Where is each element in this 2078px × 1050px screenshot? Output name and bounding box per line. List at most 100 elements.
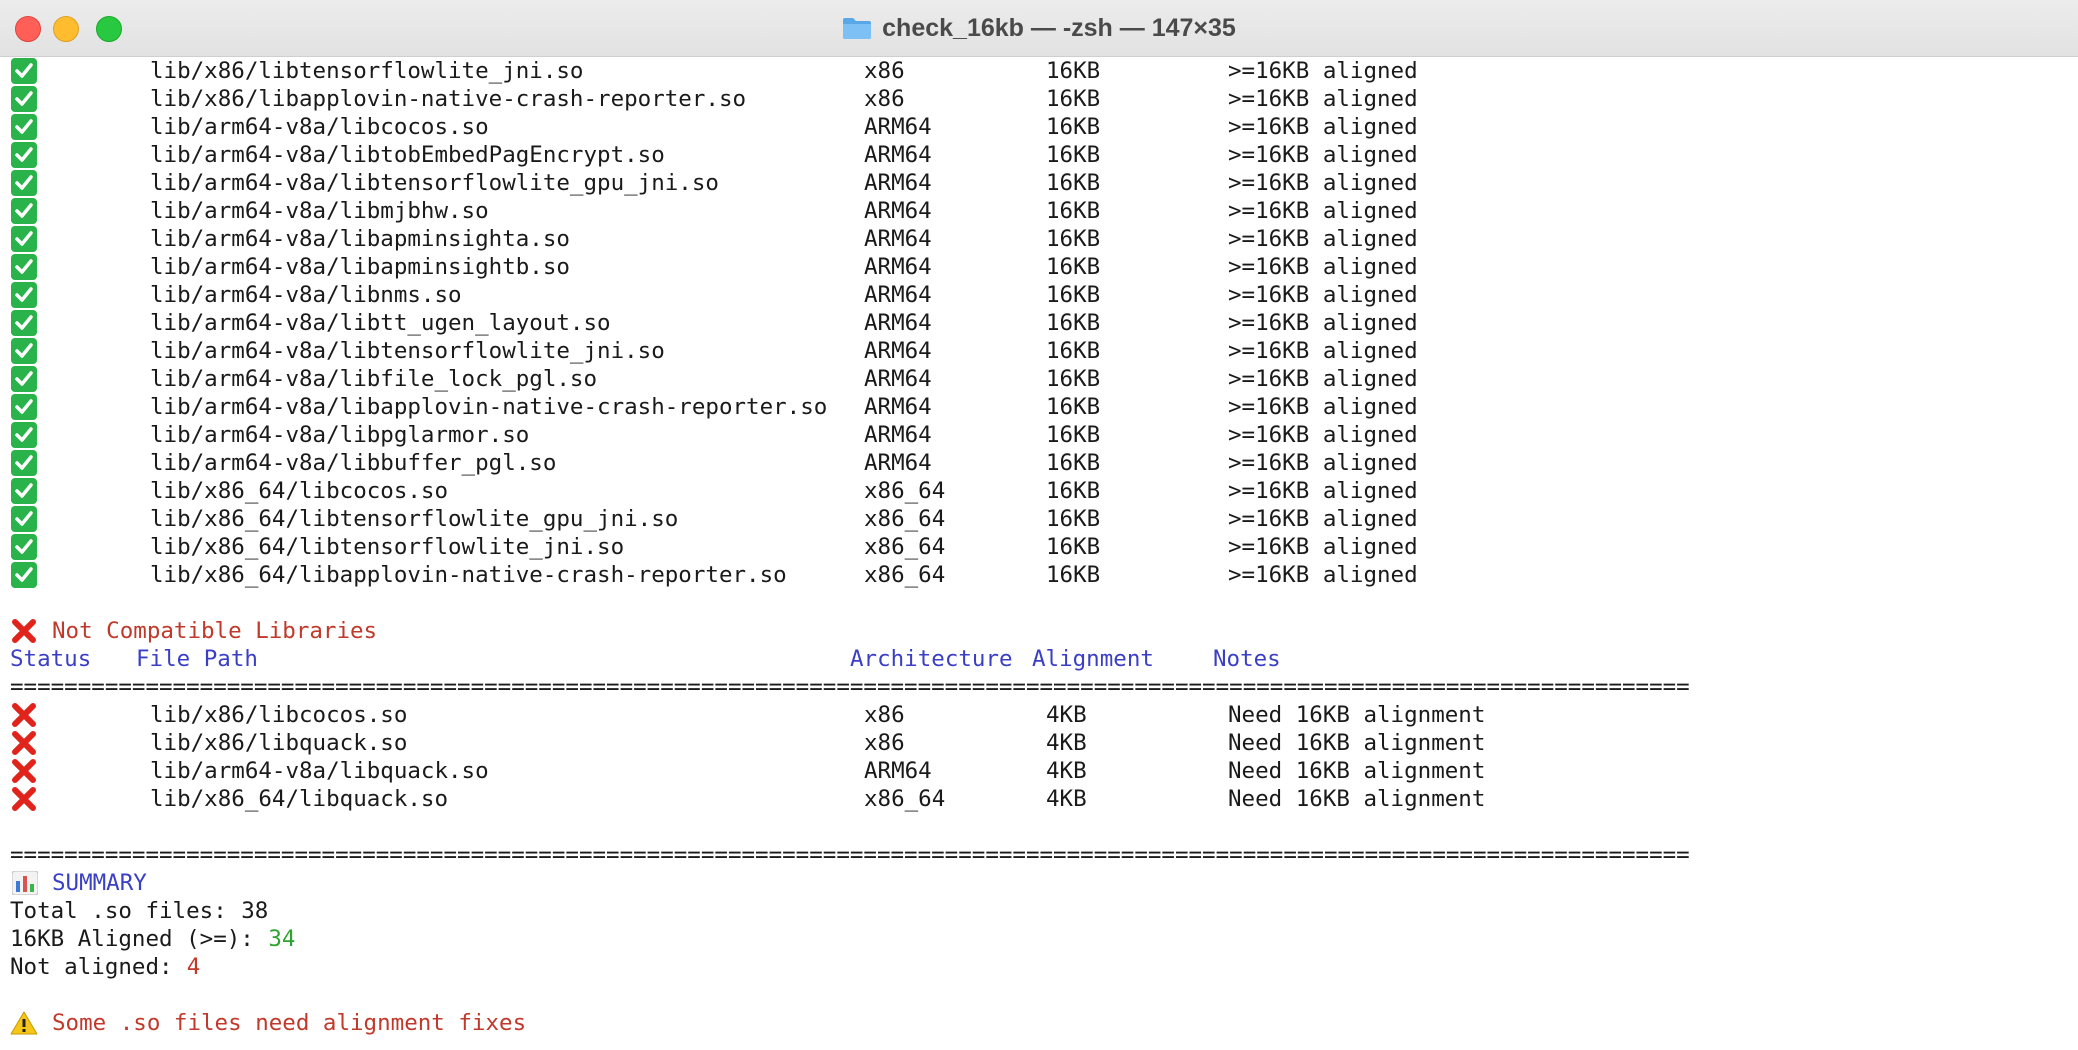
file-path: lib/x86/libtensorflowlite_jni.so: [150, 58, 584, 84]
notes: >=16KB aligned: [1228, 86, 1418, 112]
table-row: lib/arm64-v8a/libtt_ugen_layout.so ARM64 1…: [0, 309, 2078, 337]
check-icon: [10, 450, 38, 476]
file-path: lib/arm64-v8a/libtt_ugen_layout.so: [150, 310, 611, 336]
alignment: 16KB: [1046, 338, 1101, 364]
alignment: 16KB: [1046, 450, 1101, 476]
alignment: 16KB: [1046, 198, 1101, 224]
table-row: lib/arm64-v8a/libbuffer_pgl.so ARM64 16KB >…: [0, 449, 2078, 477]
cross-icon: [10, 758, 38, 784]
file-path: lib/x86_64/libquack.so: [150, 786, 449, 812]
terminal-line: Total .so files: 38: [0, 897, 2078, 925]
alignment: 16KB: [1046, 170, 1101, 196]
cross-icon: [10, 730, 38, 756]
window-title-container: check_16kb — -zsh — 147×35: [0, 0, 2078, 56]
cross-icon: [10, 786, 38, 812]
column-header-path: File Path: [136, 646, 258, 672]
table-row: lib/arm64-v8a/libcocos.so ARM64 16KB >=16KB…: [0, 113, 2078, 141]
file-path: lib/arm64-v8a/libquack.so: [150, 758, 489, 784]
architecture: x86: [864, 730, 905, 756]
file-path: lib/arm64-v8a/libfile_lock_pgl.so: [150, 366, 598, 392]
file-path: lib/arm64-v8a/libapminsightb.so: [150, 254, 570, 280]
check-icon: [10, 114, 38, 140]
file-path: lib/arm64-v8a/libapplovin-native-crash-r…: [150, 394, 828, 420]
table-row: lib/arm64-v8a/libapminsighta.so ARM64 16KB…: [0, 225, 2078, 253]
architecture: x86: [864, 702, 905, 728]
notes: >=16KB aligned: [1228, 254, 1418, 280]
notes: >=16KB aligned: [1228, 338, 1418, 364]
not-aligned-count-label: Not aligned:: [10, 954, 187, 980]
warning-icon: [10, 1011, 38, 1035]
architecture: ARM64: [864, 394, 932, 420]
alignment: 4KB: [1046, 702, 1087, 728]
file-path: lib/arm64-v8a/libtobEmbedPagEncrypt.so: [150, 142, 665, 168]
check-icon: [10, 562, 38, 588]
notes: >=16KB aligned: [1228, 142, 1418, 168]
table-row: lib/arm64-v8a/libtensorflowlite_jni.so AR…: [0, 337, 2078, 365]
table-row: lib/arm64-v8a/libmjbhw.so ARM64 16KB >=16KB…: [0, 197, 2078, 225]
alignment: 16KB: [1046, 58, 1101, 84]
terminal-output[interactable]: lib/x86/libtensorflowlite_jni.so x86 16KB >…: [0, 57, 2078, 1050]
window-title: check_16kb — -zsh — 147×35: [882, 13, 1236, 42]
table-row: lib/arm64-v8a/libtobEmbedPagEncrypt.so AR…: [0, 141, 2078, 169]
aligned-count-value: 34: [268, 926, 296, 952]
notes: >=16KB aligned: [1228, 478, 1418, 504]
notes: >=16KB aligned: [1228, 366, 1418, 392]
alignment: 16KB: [1046, 226, 1101, 252]
alignment: 16KB: [1046, 310, 1101, 336]
table-row: lib/x86/libtensorflowlite_jni.so x86 16KB >…: [0, 57, 2078, 85]
alignment: 4KB: [1046, 786, 1087, 812]
alignment: 16KB: [1046, 422, 1101, 448]
notes: Need 16KB alignment: [1228, 786, 1486, 812]
notes: >=16KB aligned: [1228, 198, 1418, 224]
terminal-window: check_16kb — -zsh — 147×35 lib/x86/libte…: [0, 0, 2078, 1050]
terminal-line: Not Compatible Libraries: [0, 617, 2078, 645]
separator-rule: ========================================…: [10, 842, 1690, 868]
file-path: lib/x86_64/libtensorflowlite_gpu_jni.so: [150, 506, 679, 532]
section-title: Not Compatible Libraries: [52, 618, 378, 644]
cross-icon: [10, 618, 38, 644]
notes: >=16KB aligned: [1228, 506, 1418, 532]
check-icon: [10, 422, 38, 448]
alignment: 16KB: [1046, 86, 1101, 112]
notes: >=16KB aligned: [1228, 282, 1418, 308]
file-path: lib/arm64-v8a/libbuffer_pgl.so: [150, 450, 557, 476]
check-icon: [10, 226, 38, 252]
terminal-line: Some .so files need alignment fixes: [0, 1009, 2078, 1037]
terminal-line: ========================================…: [0, 841, 2078, 869]
alignment: 4KB: [1046, 758, 1087, 784]
check-icon: [10, 338, 38, 364]
notes: Need 16KB alignment: [1228, 730, 1486, 756]
notes: >=16KB aligned: [1228, 394, 1418, 420]
table-row: lib/x86/libcocos.so x86 4KB Need 16KB align…: [0, 701, 2078, 729]
column-header-notes: Notes: [1213, 646, 1281, 672]
title-bar[interactable]: check_16kb — -zsh — 147×35: [0, 0, 2078, 57]
check-icon: [10, 86, 38, 112]
notes: >=16KB aligned: [1228, 310, 1418, 336]
notes: Need 16KB alignment: [1228, 702, 1486, 728]
terminal-line: Status File Path Architecture Alignment Note…: [0, 645, 2078, 673]
alignment: 16KB: [1046, 394, 1101, 420]
table-row: lib/x86_64/libtensorflowlite_jni.so x86_6…: [0, 533, 2078, 561]
notes: >=16KB aligned: [1228, 534, 1418, 560]
alignment: 16KB: [1046, 506, 1101, 532]
check-icon: [10, 310, 38, 336]
file-path: lib/arm64-v8a/libcocos.so: [150, 114, 489, 140]
table-row: lib/arm64-v8a/libapplovin-native-crash-r…: [0, 393, 2078, 421]
notes: >=16KB aligned: [1228, 114, 1418, 140]
file-path: lib/arm64-v8a/libtensorflowlite_gpu_jni.…: [150, 170, 719, 196]
notes: >=16KB aligned: [1228, 562, 1418, 588]
architecture: ARM64: [864, 450, 932, 476]
bar-chart-icon: [12, 871, 38, 895]
table-row: lib/arm64-v8a/libpglarmor.so ARM64 16KB >=1…: [0, 421, 2078, 449]
table-row: lib/x86_64/libtensorflowlite_gpu_jni.so x…: [0, 505, 2078, 533]
check-icon: [10, 506, 38, 532]
table-row: lib/x86_64/libcocos.so x86_64 16KB >=16KB a…: [0, 477, 2078, 505]
check-icon: [10, 282, 38, 308]
check-icon: [10, 254, 38, 280]
architecture: ARM64: [864, 254, 932, 280]
check-icon: [10, 142, 38, 168]
terminal-line: 16KB Aligned (>=): 34: [0, 925, 2078, 953]
terminal-line: ========================================…: [0, 673, 2078, 701]
architecture: x86: [864, 86, 905, 112]
warning-message: Some .so files need alignment fixes: [52, 1010, 527, 1036]
